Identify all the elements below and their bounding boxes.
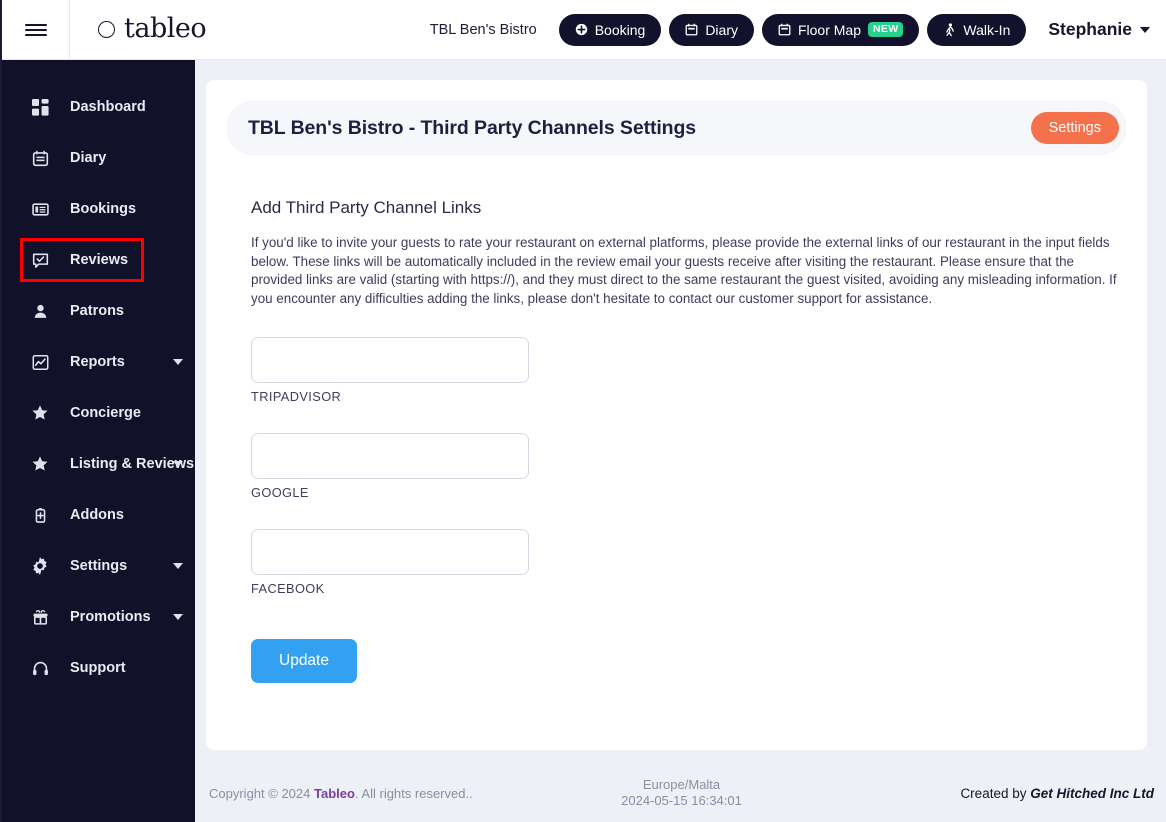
floor-map-button-label: Floor Map: [797, 21, 862, 38]
sidebar-item-dashboard[interactable]: Dashboard: [2, 92, 195, 122]
company-name: Get Hitched Inc Ltd: [1030, 785, 1154, 801]
user-name: Stephanie: [1048, 19, 1132, 39]
sidebar-item-label: Diary: [70, 150, 107, 166]
copyright-prefix: Copyright © 2024: [209, 785, 314, 801]
chevron-down-icon: [173, 614, 183, 620]
chevron-down-icon: [173, 461, 183, 467]
gift-icon: [29, 606, 51, 628]
battery-plus-icon: [29, 504, 51, 526]
hamburger-menu-button[interactable]: [2, 0, 70, 59]
headset-icon: [29, 657, 51, 679]
card-header: TBL Ben's Bistro - Third Party Channels …: [226, 100, 1127, 156]
section-title: Add Third Party Channel Links: [251, 198, 482, 217]
chevron-down-icon: [173, 563, 183, 569]
app-root: tableo TBL Ben's Bistro Booking Diary Fl…: [0, 0, 1166, 822]
third-party-links-section: Add Third Party Channel Links If you'd l…: [206, 156, 1147, 683]
copyright-suffix: . All rights reserved..: [354, 785, 473, 801]
sidebar-item-listing-and-reviews[interactable]: Listing & Reviews: [2, 449, 195, 479]
tripadvisor-field-group: TRIPADVISOR: [251, 337, 1102, 404]
sidebar-item-addons[interactable]: Addons: [2, 500, 195, 530]
chevron-down-icon: [1140, 26, 1150, 33]
sidebar-item-label: Bookings: [70, 201, 137, 217]
new-badge: NEW: [868, 22, 904, 37]
google-field-group: GOOGLE: [251, 433, 1102, 500]
logo-text: tableo: [124, 13, 207, 44]
settings-button[interactable]: Settings: [1030, 112, 1119, 144]
facebook-label: FACEBOOK: [251, 581, 325, 596]
grid-icon: [29, 96, 51, 118]
main-content: TBL Ben's Bistro - Third Party Channels …: [195, 60, 1166, 822]
sidebar-item-label: Patrons: [70, 303, 124, 319]
created-by-text: Created by Get Hitched Inc Ltd: [960, 786, 1154, 801]
walk-in-button-label: Walk-In: [963, 21, 1011, 38]
sidebar-item-concierge[interactable]: Concierge: [2, 398, 195, 428]
user-icon: [29, 300, 51, 322]
calendar-icon: [29, 147, 51, 169]
page-title: TBL Ben's Bistro - Third Party Channels …: [248, 116, 697, 139]
chevron-down-icon: [173, 359, 183, 365]
logo-circle-icon: [98, 21, 115, 38]
sidebar-item-promotions[interactable]: Promotions: [2, 602, 195, 632]
sidebar-item-label: Promotions: [70, 609, 151, 625]
sidebar-item-label: Support: [70, 660, 126, 676]
settings-card: TBL Ben's Bistro - Third Party Channels …: [206, 80, 1147, 750]
brand-logo[interactable]: tableo: [70, 0, 207, 59]
sidebar-item-support[interactable]: Support: [2, 653, 195, 683]
walk-in-button[interactable]: Walk-In: [927, 13, 1027, 46]
top-bar: tableo TBL Ben's Bistro Booking Diary Fl…: [2, 0, 1166, 60]
sidebar-item-label: Reviews: [70, 252, 129, 268]
hamburger-icon: [24, 21, 47, 39]
copyright-text: Copyright © 2024 Tableo. All rights rese…: [209, 786, 473, 801]
star-icon: [29, 402, 51, 424]
calendar-icon: [778, 23, 791, 36]
floor-map-button[interactable]: Floor Map NEW: [761, 13, 920, 46]
diary-button-label: Diary: [705, 21, 738, 38]
chart-line-icon: [29, 351, 51, 373]
sidebar: Dashboard Diary Bookings Reviews Patrons: [2, 60, 195, 822]
update-button[interactable]: Update: [251, 639, 357, 683]
section-description: If you'd like to invite your guests to r…: [251, 235, 1117, 306]
tripadvisor-label: TRIPADVISOR: [251, 389, 342, 404]
google-label: GOOGLE: [251, 485, 309, 500]
facebook-input[interactable]: [251, 529, 529, 575]
sidebar-item-reviews[interactable]: Reviews: [20, 238, 144, 282]
sidebar-item-label: Settings: [70, 558, 128, 574]
chat-check-icon: [29, 249, 51, 271]
sidebar-item-label: Reports: [70, 354, 125, 370]
quick-action-buttons: Booking Diary Floor Map NEW Walk-In: [558, 13, 1027, 46]
sidebar-item-patrons[interactable]: Patrons: [2, 296, 195, 326]
footer: Copyright © 2024 Tableo. All rights rese…: [195, 764, 1166, 822]
book-icon: [29, 198, 51, 220]
booking-button[interactable]: Booking: [558, 13, 662, 46]
sidebar-item-reports[interactable]: Reports: [2, 347, 195, 377]
google-input[interactable]: [251, 433, 529, 479]
sidebar-item-bookings[interactable]: Bookings: [2, 194, 195, 224]
created-by-prefix: Created by: [960, 785, 1031, 801]
booking-button-label: Booking: [594, 21, 646, 38]
venue-name: TBL Ben's Bistro: [429, 21, 537, 38]
sidebar-item-label: Concierge: [70, 405, 141, 421]
facebook-field-group: FACEBOOK: [251, 529, 1102, 596]
calendar-icon: [685, 23, 698, 36]
plus-circle-icon: [575, 23, 588, 36]
user-menu[interactable]: Stephanie: [1048, 19, 1150, 40]
sidebar-item-diary[interactable]: Diary: [2, 143, 195, 173]
sidebar-item-settings[interactable]: Settings: [2, 551, 195, 581]
sidebar-item-label: Addons: [70, 507, 124, 523]
star-icon: [29, 453, 51, 475]
diary-button[interactable]: Diary: [669, 13, 754, 46]
tripadvisor-input[interactable]: [251, 337, 529, 383]
tableo-link[interactable]: Tableo: [314, 786, 355, 801]
gear-icon: [29, 555, 51, 577]
walking-person-icon: [943, 22, 956, 37]
sidebar-item-label: Dashboard: [70, 99, 146, 115]
